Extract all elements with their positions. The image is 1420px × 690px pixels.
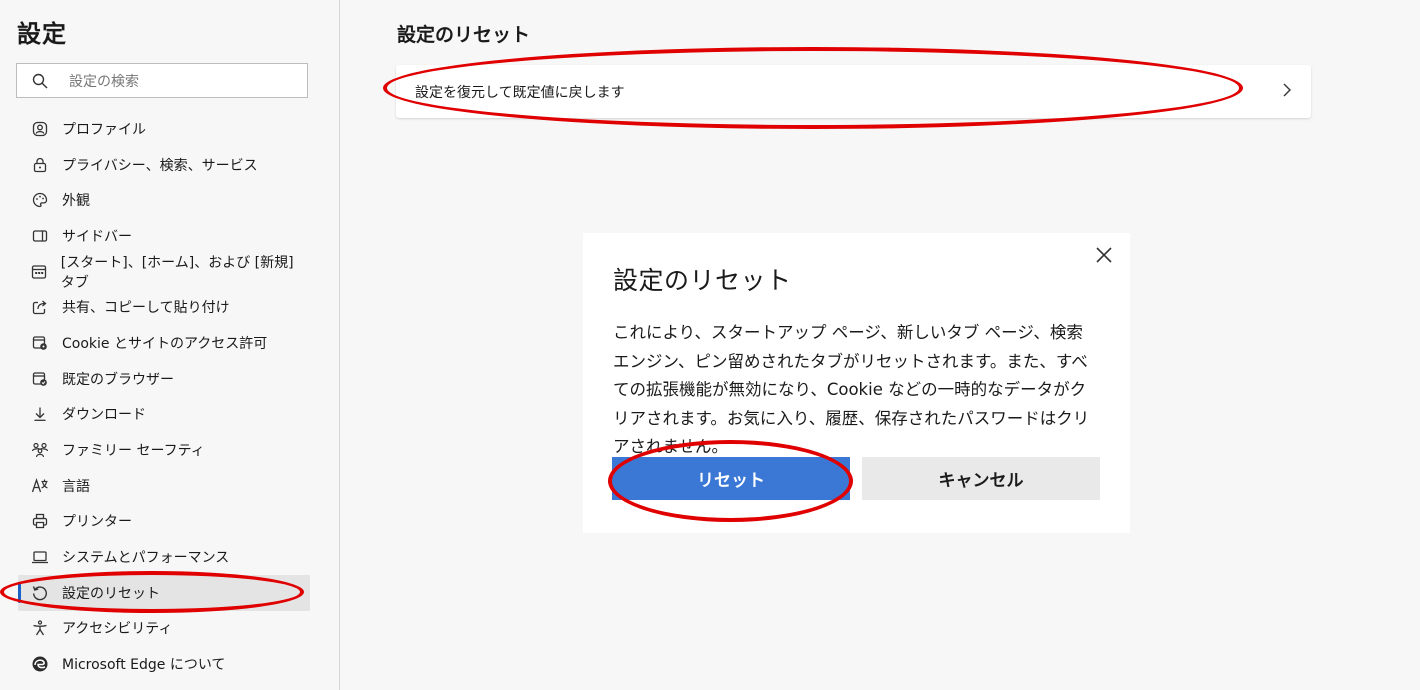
accessibility-icon bbox=[30, 618, 50, 638]
sidebar-item-profile[interactable]: プロファイル bbox=[18, 111, 310, 147]
close-icon[interactable] bbox=[1094, 245, 1114, 265]
sidebar-icon bbox=[30, 226, 50, 246]
sidebar-item-label: サイドバー bbox=[62, 228, 132, 245]
sidebar-item-label: プリンター bbox=[62, 514, 132, 531]
language-icon bbox=[30, 476, 50, 496]
sidebar-item-default-browser[interactable]: 既定のブラウザー bbox=[18, 361, 310, 397]
download-icon bbox=[30, 404, 50, 424]
chevron-right-icon bbox=[1283, 83, 1291, 97]
sidebar-item-label: プロファイル bbox=[62, 121, 146, 138]
sidebar-item-family-safety[interactable]: ファミリー セーフティ bbox=[18, 432, 310, 468]
sidebar-item-label: 言語 bbox=[62, 478, 90, 495]
sidebar-item-about-edge[interactable]: Microsoft Edge について bbox=[18, 646, 310, 682]
sidebar-item-label: 外観 bbox=[62, 193, 90, 210]
reset-button[interactable]: リセット bbox=[612, 457, 850, 500]
sidebar-item-start-home-newtab[interactable]: [スタート]、[ホーム]、および [新規] タブ bbox=[18, 254, 310, 291]
sidebar-item-privacy[interactable]: プライバシー、検索、サービス bbox=[18, 147, 310, 183]
sidebar-item-languages[interactable]: 言語 bbox=[18, 468, 310, 504]
sidebar-item-label: ダウンロード bbox=[62, 407, 146, 424]
sidebar-item-cookies[interactable]: Cookie とサイトのアクセス許可 bbox=[18, 325, 310, 361]
home-tab-icon bbox=[30, 262, 49, 282]
edge-icon bbox=[30, 654, 50, 674]
dialog-title: 設定のリセット bbox=[613, 266, 792, 295]
sidebar-item-label: 設定のリセット bbox=[62, 585, 160, 602]
search-icon bbox=[32, 73, 48, 89]
sidebar-item-label: [スタート]、[ホーム]、および [新規] タブ bbox=[60, 254, 294, 291]
sidebar-item-appearance[interactable]: 外観 bbox=[18, 182, 310, 218]
sidebar-item-share[interactable]: 共有、コピーして貼り付け bbox=[18, 289, 310, 325]
printer-icon bbox=[30, 511, 50, 531]
page-title: 設定のリセット bbox=[397, 24, 531, 46]
sidebar-item-label: システムとパフォーマンス bbox=[62, 550, 230, 567]
sidebar-item-label: アクセシビリティ bbox=[62, 621, 173, 638]
default-browser-icon bbox=[30, 369, 50, 389]
restore-defaults-label: 設定を復元して既定値に戻します bbox=[415, 85, 625, 101]
palette-icon bbox=[30, 190, 50, 210]
sidebar-item-reset-settings[interactable]: 設定のリセット bbox=[18, 574, 310, 611]
sidebar-item-label: 既定のブラウザー bbox=[62, 371, 174, 388]
search-box[interactable] bbox=[16, 63, 308, 99]
lock-icon bbox=[30, 155, 50, 175]
reset-dialog: 設定のリセット これにより、スタートアップ ページ、新しいタブ ページ、検索エン… bbox=[583, 233, 1130, 533]
family-icon bbox=[30, 440, 50, 460]
sidebar-item-system-performance[interactable]: システムとパフォーマンス bbox=[18, 539, 310, 575]
sidebar-item-sidebar[interactable]: サイドバー bbox=[18, 218, 310, 254]
laptop-icon bbox=[30, 547, 50, 567]
sidebar-item-label: Cookie とサイトのアクセス許可 bbox=[62, 335, 268, 352]
sidebar-item-label: ファミリー セーフティ bbox=[62, 443, 205, 460]
reset-icon bbox=[30, 583, 50, 603]
search-input[interactable] bbox=[67, 64, 306, 99]
share-icon bbox=[30, 297, 50, 317]
sidebar-item-printers[interactable]: プリンター bbox=[18, 504, 310, 540]
sidebar-item-downloads[interactable]: ダウンロード bbox=[18, 397, 310, 433]
restore-defaults-card[interactable]: 設定を復元して既定値に戻します bbox=[396, 65, 1311, 118]
sidebar: 設定 プロファイル プライバシー、検索、サービス 外観 bbox=[0, 0, 340, 690]
sidebar-item-accessibility[interactable]: アクセシビリティ bbox=[18, 611, 310, 647]
dialog-message: これにより、スタートアップ ページ、新しいタブ ページ、検索エンジン、ピン留めさ… bbox=[613, 323, 1090, 456]
sidebar-item-label: Microsoft Edge について bbox=[62, 657, 226, 674]
sidebar-item-label: プライバシー、検索、サービス bbox=[62, 157, 258, 174]
sidebar-title: 設定 bbox=[17, 20, 67, 48]
cookie-permissions-icon bbox=[30, 333, 50, 353]
sidebar-item-label: 共有、コピーして貼り付け bbox=[62, 300, 230, 317]
cancel-button[interactable]: キャンセル bbox=[862, 457, 1100, 500]
sidebar-nav: プロファイル プライバシー、検索、サービス 外観 サイドバー [スタート]、[ホ… bbox=[0, 111, 339, 682]
profile-icon bbox=[30, 119, 50, 139]
